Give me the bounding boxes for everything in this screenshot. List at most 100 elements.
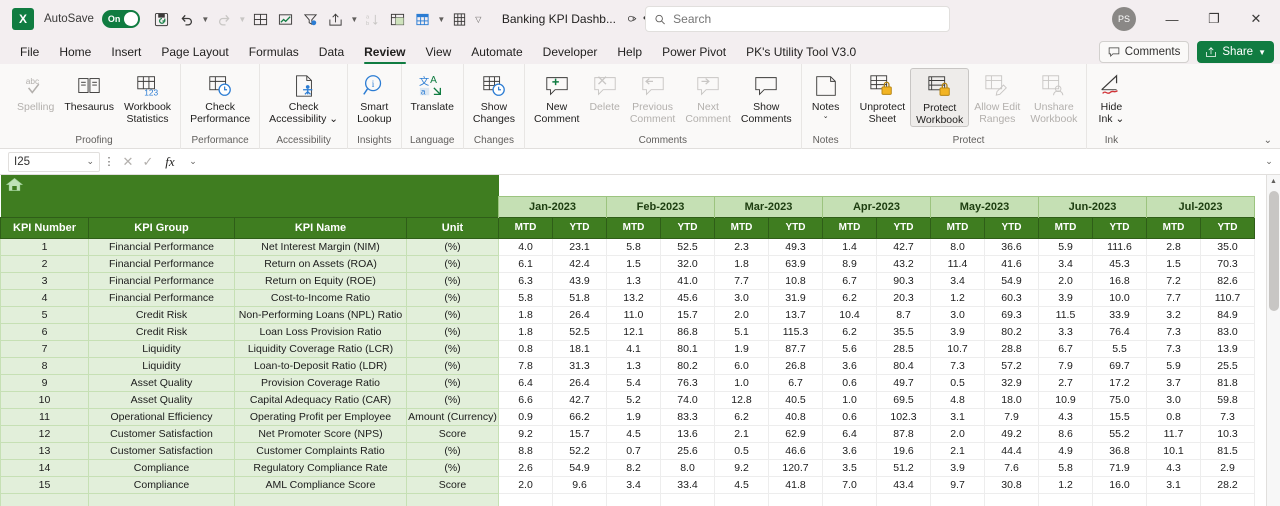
cell-value[interactable]: 1.9 [714, 340, 769, 358]
cell-value[interactable]: 62.9 [768, 425, 823, 443]
cell-kpi-number[interactable]: 3 [0, 271, 89, 290]
cell-value[interactable]: 41.6 [984, 255, 1039, 273]
cell-value[interactable]: 2.0 [1038, 272, 1093, 290]
protect-workbook-button[interactable]: Protect Workbook [910, 68, 970, 127]
cell-value[interactable]: 5.8 [1038, 459, 1093, 477]
cell-value[interactable]: 4.0 [498, 238, 553, 256]
cell-value[interactable]: 6.0 [714, 357, 769, 375]
cell-value[interactable]: 76.4 [1092, 323, 1147, 341]
cell-kpi-number[interactable]: 6 [0, 322, 89, 341]
cell-value[interactable]: 42.7 [552, 391, 607, 409]
cell-value[interactable]: 6.3 [498, 272, 553, 290]
table-row[interactable]: 13 Customer Satisfaction Customer Complain… [0, 441, 1256, 460]
cell-kpi-name[interactable]: Regulatory Compliance Rate [234, 458, 407, 477]
cell-value[interactable]: 69.5 [876, 391, 931, 409]
cell-value[interactable]: 0.7 [606, 442, 661, 460]
cell-value[interactable]: 1.8 [498, 323, 553, 341]
cell-unit[interactable]: Amount (Currency) [406, 407, 499, 426]
cell-value[interactable]: 4.9 [1038, 442, 1093, 460]
ribbon-collapse-caret-icon[interactable]: ⌄ [1264, 135, 1272, 146]
cell-kpi-number[interactable]: 5 [0, 305, 89, 324]
cell-value[interactable]: 4.3 [1146, 459, 1201, 477]
cell-value[interactable]: 1.8 [498, 306, 553, 324]
cell-value[interactable]: 30.8 [984, 476, 1039, 494]
pivot-table-icon[interactable] [386, 7, 410, 31]
cell-value[interactable]: 2.8 [1146, 238, 1201, 256]
cell-value[interactable]: 10.7 [930, 340, 985, 358]
sub-header-mtd[interactable]: MTD [606, 216, 661, 239]
cell-value[interactable]: 1.2 [930, 289, 985, 307]
cell-value[interactable]: 4.8 [930, 391, 985, 409]
cell-value[interactable]: 10.1 [1146, 442, 1201, 460]
cell-value[interactable]: 1.3 [606, 272, 661, 290]
cell-value[interactable]: 28.5 [876, 340, 931, 358]
cell-value[interactable]: 35.0 [1200, 238, 1255, 256]
cell-value[interactable]: 0.8 [498, 340, 553, 358]
cell-value[interactable]: 52.5 [552, 323, 607, 341]
cell-value[interactable]: 54.9 [984, 272, 1039, 290]
cell-kpi-group[interactable]: Compliance [88, 458, 235, 477]
empty-cell[interactable] [406, 492, 499, 506]
cell-value[interactable]: 2.3 [714, 238, 769, 256]
formula-input[interactable] [204, 151, 1258, 172]
cell-kpi-name[interactable]: Net Interest Margin (NIM) [234, 237, 407, 256]
table-row[interactable]: 9 Asset Quality Provision Coverage Ratio (%… [0, 373, 1256, 392]
cell-value[interactable]: 49.3 [768, 238, 823, 256]
cell-value[interactable]: 120.7 [768, 459, 823, 477]
col-header-kpi-name[interactable]: KPI Name [234, 216, 407, 239]
new-comment-button[interactable]: New Comment [529, 68, 585, 125]
table-row[interactable]: 8 Liquidity Loan-to-Deposit Ratio (LDR) (%)… [0, 356, 1256, 375]
cell-value[interactable]: 70.3 [1200, 255, 1255, 273]
cell-value[interactable]: 20.3 [876, 289, 931, 307]
empty-cell[interactable] [930, 493, 985, 506]
cell-value[interactable]: 11.0 [606, 306, 661, 324]
empty-cell[interactable] [0, 492, 89, 506]
tab-pk-s-utility-tool-v3-0[interactable]: PK's Utility Tool V3.0 [736, 42, 866, 64]
cell-value[interactable]: 80.2 [984, 323, 1039, 341]
scrollbar-thumb[interactable] [1269, 191, 1279, 311]
cell-value[interactable]: 66.2 [552, 408, 607, 426]
cell-value[interactable]: 0.8 [1146, 408, 1201, 426]
home-icon-cell[interactable] [0, 175, 499, 196]
worksheet-grid[interactable]: Jan-2023 Feb-2023 Mar-2023 Apr-2023 May-2023… [0, 175, 1280, 506]
empty-cell[interactable] [498, 493, 553, 506]
cell-value[interactable]: 3.4 [1038, 255, 1093, 273]
cell-value[interactable]: 5.6 [822, 340, 877, 358]
cell-value[interactable]: 2.1 [714, 425, 769, 443]
autosave-toggle[interactable]: On [101, 10, 140, 28]
cell-value[interactable]: 28.2 [1200, 476, 1255, 494]
cell-kpi-number[interactable]: 12 [0, 424, 89, 443]
cell-value[interactable]: 18.1 [552, 340, 607, 358]
expand-formula-bar-icon[interactable]: ⌄ [1258, 156, 1280, 167]
cell-value[interactable]: 17.2 [1092, 374, 1147, 392]
cell-value[interactable]: 6.7 [768, 374, 823, 392]
cell-value[interactable]: 40.8 [768, 408, 823, 426]
fx-caret-icon[interactable]: ⌄ [182, 156, 204, 167]
cell-value[interactable]: 3.2 [1146, 306, 1201, 324]
cell-value[interactable]: 83.0 [1200, 323, 1255, 341]
borders-icon[interactable] [249, 7, 273, 31]
cell-value[interactable]: 46.6 [768, 442, 823, 460]
cell-value[interactable]: 31.9 [768, 289, 823, 307]
smart-lookup-button[interactable]: i Smart Lookup [352, 68, 396, 125]
cell-value[interactable]: 11.7 [1146, 425, 1201, 443]
cell-value[interactable]: 4.5 [714, 476, 769, 494]
workbook-statistics-button[interactable]: 123 Workbook Statistics [119, 68, 176, 125]
table-row[interactable]: 3 Financial Performance Return on Equity (… [0, 271, 1256, 290]
col-header-unit[interactable]: Unit [406, 216, 499, 239]
tab-developer[interactable]: Developer [533, 42, 608, 64]
cell-value[interactable]: 6.1 [498, 255, 553, 273]
undo-icon[interactable] [175, 7, 199, 31]
sub-header-ytd[interactable]: YTD [552, 216, 607, 239]
cell-unit[interactable]: (%) [406, 390, 499, 409]
cell-value[interactable]: 0.5 [714, 442, 769, 460]
cell-value[interactable]: 6.6 [498, 391, 553, 409]
cell-kpi-number[interactable]: 10 [0, 390, 89, 409]
cell-unit[interactable]: (%) [406, 237, 499, 256]
cell-unit[interactable]: (%) [406, 373, 499, 392]
cell-value[interactable]: 18.0 [984, 391, 1039, 409]
cell-value[interactable]: 13.2 [606, 289, 661, 307]
cell-value[interactable]: 7.3 [1200, 408, 1255, 426]
empty-cell[interactable] [768, 493, 823, 506]
cell-value[interactable]: 12.1 [606, 323, 661, 341]
